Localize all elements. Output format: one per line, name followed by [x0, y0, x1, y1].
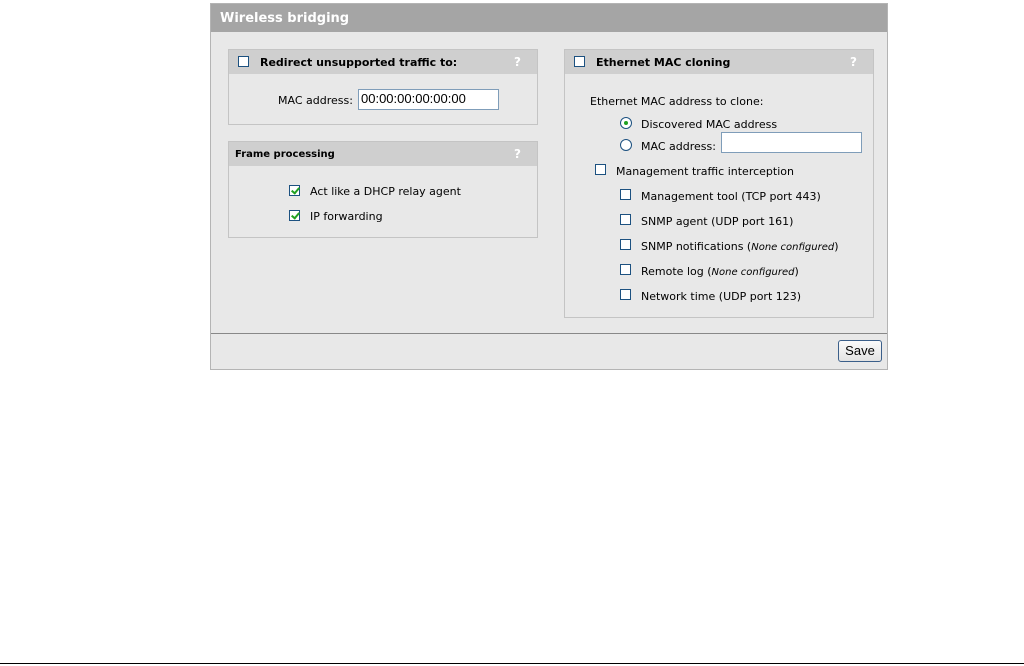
- management-tool-checkbox[interactable]: [620, 189, 631, 200]
- snmp-notifications-row: SNMP notifications (None configured): [641, 240, 839, 253]
- mac-cloning-label: Ethernet MAC cloning: [596, 56, 731, 69]
- redirect-mac-input[interactable]: 00:00:00:00:00:00: [358, 89, 499, 110]
- ip-forwarding-label: IP forwarding: [310, 210, 383, 223]
- dhcp-relay-label: Act like a DHCP relay agent: [310, 185, 461, 198]
- wireless-bridging-panel: Wireless bridging Redirect unsupported t…: [210, 3, 888, 370]
- discovered-mac-label: Discovered MAC address: [641, 118, 778, 131]
- dhcp-relay-checkbox[interactable]: [289, 185, 300, 196]
- frame-processing-title: Frame processing: [235, 149, 335, 160]
- remote-log-note: None configured: [711, 267, 795, 278]
- snmp-agent-checkbox[interactable]: [620, 214, 631, 225]
- redirect-mac-label: MAC address:: [278, 94, 353, 107]
- mac-cloning-checkbox[interactable]: [574, 56, 585, 67]
- mac-cloning-help-icon[interactable]: ?: [850, 50, 857, 75]
- clone-address-label: Ethernet MAC address to clone:: [590, 95, 764, 108]
- panel-title: Wireless bridging: [211, 4, 887, 32]
- snmp-notifications-label: SNMP notifications: [641, 240, 744, 253]
- page-bottom-rule: [0, 663, 1024, 664]
- redirect-box: Redirect unsupported traffic to: ? MAC a…: [228, 49, 538, 125]
- mac-cloning-box: Ethernet MAC cloning ? Ethernet MAC addr…: [564, 49, 874, 318]
- redirect-label: Redirect unsupported traffic to:: [260, 56, 458, 69]
- redirect-checkbox[interactable]: [238, 56, 249, 67]
- custom-mac-radio[interactable]: [620, 139, 632, 151]
- frame-help-icon[interactable]: ?: [514, 142, 521, 167]
- snmp-notifications-checkbox[interactable]: [620, 239, 631, 250]
- interception-checkbox[interactable]: [595, 164, 606, 175]
- footer-divider: [211, 333, 887, 334]
- custom-mac-input[interactable]: [721, 132, 862, 153]
- mac-cloning-header: Ethernet MAC cloning ?: [565, 50, 873, 74]
- frame-processing-box: Frame processing ? Act like a DHCP relay…: [228, 141, 538, 238]
- interception-label: Management traffic interception: [616, 165, 794, 178]
- redirect-header: Redirect unsupported traffic to: ?: [229, 50, 537, 74]
- custom-mac-label: MAC address:: [641, 140, 716, 153]
- network-time-label: Network time (UDP port 123): [641, 290, 802, 303]
- redirect-help-icon[interactable]: ?: [514, 50, 521, 75]
- remote-log-row: Remote log (None configured): [641, 265, 799, 278]
- frame-processing-header: Frame processing ?: [229, 142, 537, 166]
- remote-log-label: Remote log: [641, 265, 704, 278]
- management-tool-label: Management tool (TCP port 443): [641, 190, 821, 203]
- save-button[interactable]: Save: [838, 340, 882, 362]
- snmp-notifications-note: None configured: [751, 242, 835, 253]
- remote-log-checkbox[interactable]: [620, 264, 631, 275]
- ip-forwarding-checkbox[interactable]: [289, 210, 300, 221]
- snmp-agent-label: SNMP agent (UDP port 161): [641, 215, 794, 228]
- discovered-mac-radio[interactable]: [620, 117, 632, 129]
- network-time-checkbox[interactable]: [620, 289, 631, 300]
